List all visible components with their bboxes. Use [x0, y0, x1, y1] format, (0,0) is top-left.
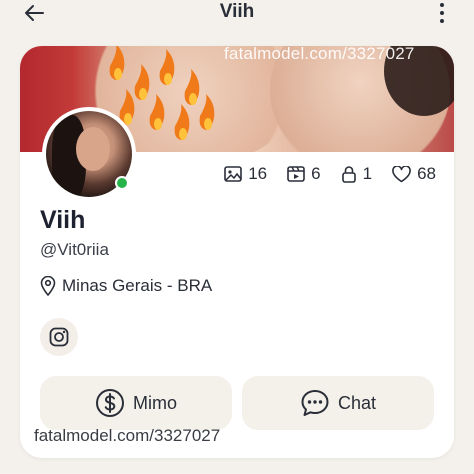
likes-count: 68 — [417, 164, 436, 183]
footer-watermark: fatalmodel.com/3327027 — [34, 426, 221, 445]
online-status-indicator — [115, 176, 129, 190]
top-bar: Viih — [0, 0, 474, 26]
more-options-button[interactable] — [436, 3, 448, 23]
locked-count: 1 — [362, 164, 373, 183]
image-icon — [224, 166, 243, 182]
heart-icon — [392, 165, 411, 182]
chat-label: Chat — [337, 392, 377, 413]
instagram-button[interactable] — [40, 318, 78, 356]
profile-stats: 16 6 1 68 — [224, 164, 436, 184]
stat-photos[interactable]: 16 — [224, 164, 267, 184]
page-title: Viih — [219, 1, 255, 22]
stat-videos[interactable]: 6 — [287, 164, 321, 184]
profile-card: fatalmodel.com/3327027 16 6 1 68 Viih @V… — [20, 46, 454, 458]
map-pin-icon — [40, 276, 56, 296]
profile-handle: @Vit0riia — [40, 240, 109, 259]
profile-location: Minas Gerais - BRA — [40, 276, 212, 296]
stat-likes[interactable]: 68 — [392, 164, 436, 184]
mimo-label: Mimo — [133, 392, 177, 413]
location-text: Minas Gerais - BRA — [62, 276, 213, 295]
chat-bubble-icon — [301, 390, 329, 416]
dollar-coin-icon — [96, 389, 124, 417]
profile-name: Viih — [40, 206, 86, 234]
more-vertical-icon — [440, 3, 444, 7]
lock-icon — [341, 166, 356, 183]
chat-button[interactable]: Chat — [242, 376, 434, 430]
videos-count: 6 — [311, 164, 321, 183]
photos-count: 16 — [248, 164, 268, 183]
cover-watermark: fatalmodel.com/3327027 — [224, 46, 415, 63]
stat-locked[interactable]: 1 — [341, 164, 372, 184]
video-clapper-icon — [287, 166, 305, 182]
instagram-icon — [49, 327, 69, 347]
mimo-button[interactable]: Mimo — [40, 376, 232, 430]
